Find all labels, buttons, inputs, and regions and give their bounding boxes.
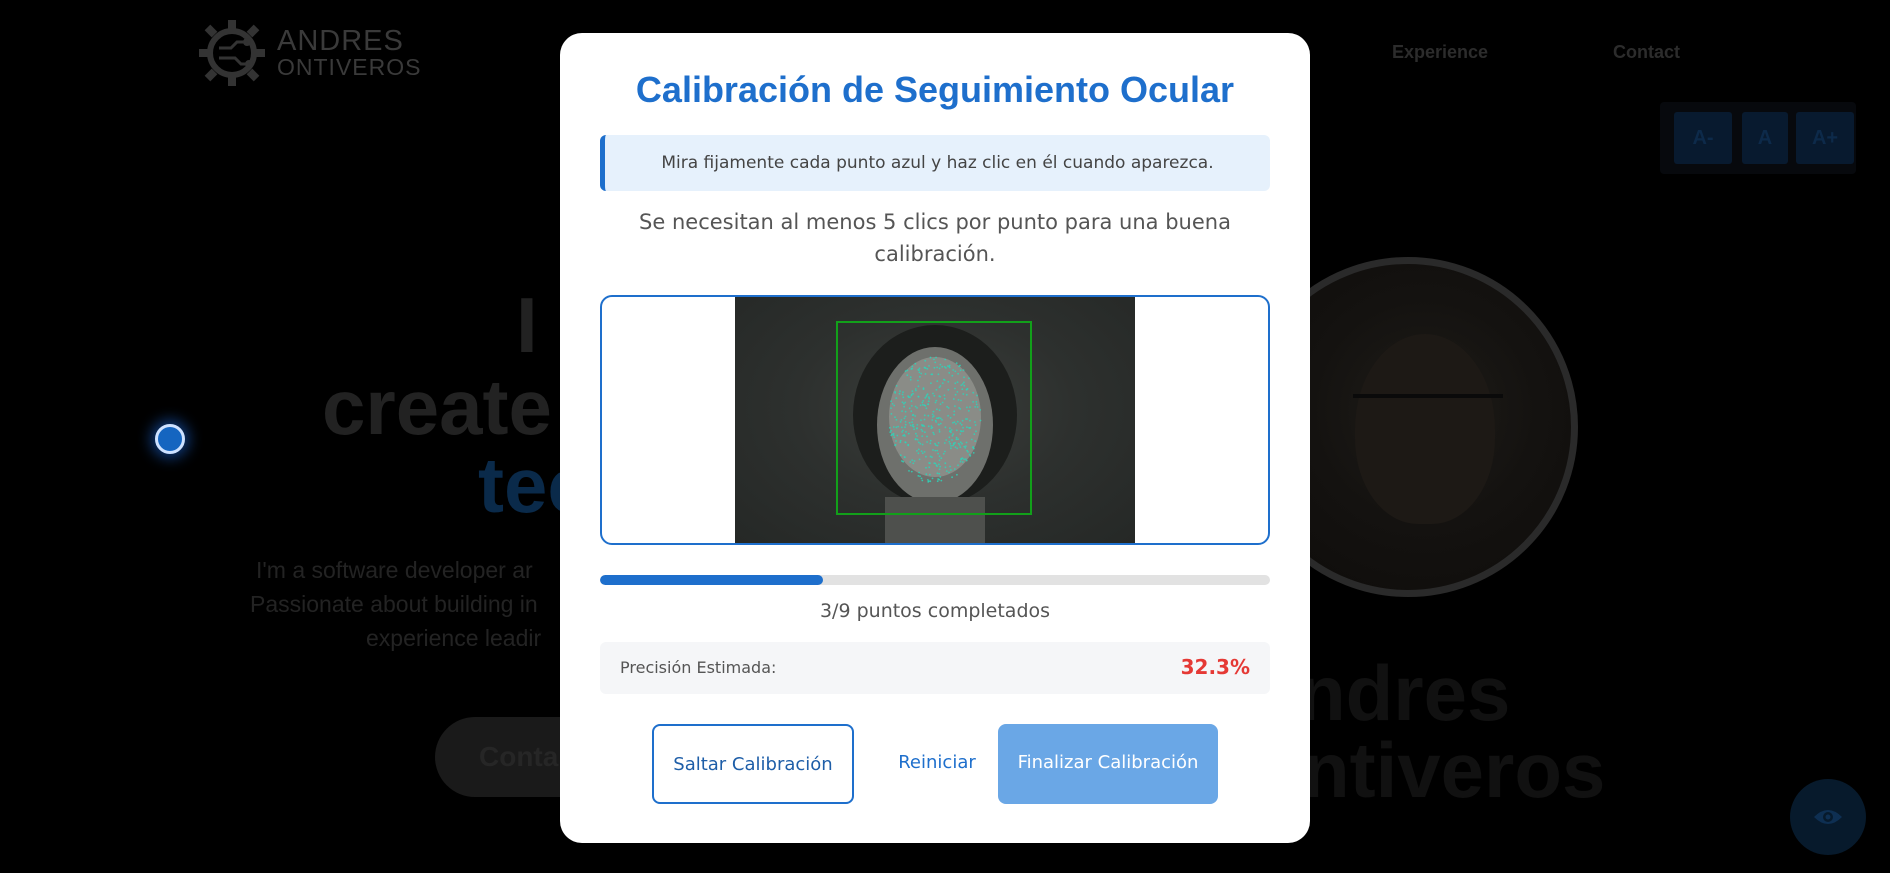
hero-description-line2: Passionate about building in xyxy=(250,591,538,617)
nav-link-experience[interactable]: Experience xyxy=(1392,42,1488,63)
logo-name: ANDRES xyxy=(277,25,404,57)
hero-description-line3: experience leadir xyxy=(366,625,542,651)
font-increase-button[interactable]: A+ xyxy=(1796,112,1854,164)
precision-panel: Precisión Estimada: 32.3% xyxy=(600,642,1270,694)
logo-subname: ONTIVEROS xyxy=(277,54,422,80)
calibration-progress-bar xyxy=(600,575,1270,585)
precision-value: 32.3% xyxy=(1180,655,1250,679)
eye-icon xyxy=(1814,810,1842,824)
skip-calibration-button[interactable]: Saltar Calibración xyxy=(652,724,854,804)
webcam-preview xyxy=(600,295,1270,545)
calibration-point[interactable] xyxy=(155,424,185,454)
instruction-text: Se necesitan al menos 5 clics por punto … xyxy=(639,210,1231,266)
finish-calibration-button[interactable]: Finalizar Calibración xyxy=(998,724,1218,804)
nav-link-contact[interactable]: Contact xyxy=(1613,42,1680,63)
precision-label: Precisión Estimada: xyxy=(620,658,777,677)
font-size-controls: A- A A+ xyxy=(1660,102,1856,174)
reset-button[interactable]: Reiniciar xyxy=(877,724,997,804)
calibration-modal: Calibración de Seguimiento Ocular Mira f… xyxy=(560,33,1310,843)
font-reset-button[interactable]: A xyxy=(1742,112,1788,164)
site-logo[interactable]: ANDRES ONTIVEROS xyxy=(197,18,421,88)
webcam-feed xyxy=(735,297,1135,543)
gear-logo-icon xyxy=(199,20,265,86)
font-decrease-button[interactable]: A- xyxy=(1674,112,1732,164)
eye-tracking-toggle-button[interactable] xyxy=(1790,779,1866,855)
progress-fill xyxy=(600,575,824,585)
face-detection-box xyxy=(836,321,1032,515)
modal-title: Calibración de Seguimiento Ocular xyxy=(635,69,1235,110)
progress-text: 3/9 puntos completados xyxy=(819,600,1051,622)
hero-description-line1: I'm a software developer ar xyxy=(256,557,533,583)
info-banner: Mira fijamente cada punto azul y haz cli… xyxy=(600,135,1270,191)
hero-name-line2: ntiveros xyxy=(1302,726,1606,814)
